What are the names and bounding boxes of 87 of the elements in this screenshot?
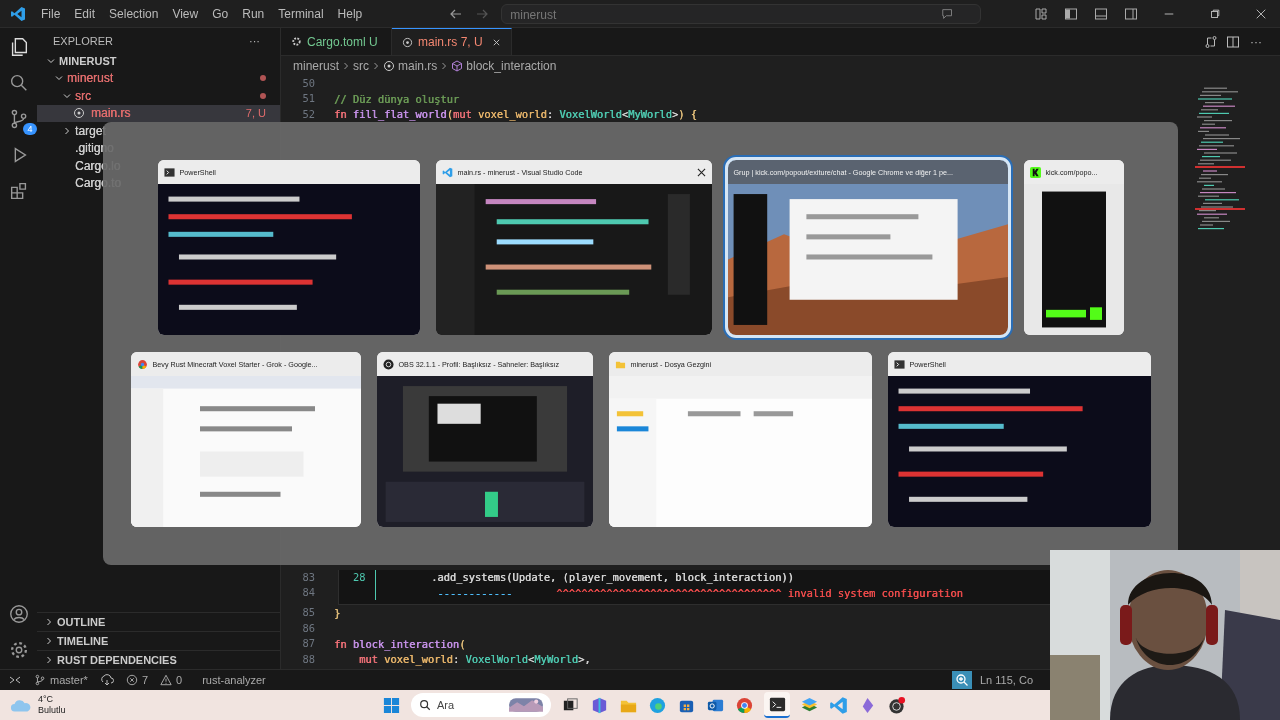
sync-icon[interactable] <box>99 673 114 687</box>
windows-start-icon[interactable] <box>382 695 401 715</box>
line-number: 83 <box>301 569 316 585</box>
line-number: 52 <box>301 106 316 122</box>
sidebar-section[interactable]: RUST DEPENDENCIES <box>57 654 177 666</box>
split-editor-icon[interactable] <box>1226 34 1240 49</box>
warning-count[interactable]: 0 <box>176 674 183 686</box>
breadcrumb-item[interactable]: main.rs <box>398 59 438 73</box>
app-icon <box>1029 166 1041 178</box>
code-line: } <box>334 607 341 620</box>
weather-condition: Bulutlu <box>38 705 66 716</box>
sidebar-section[interactable]: TIMELINE <box>57 635 109 647</box>
sidebar-section[interactable]: OUTLINE <box>57 616 106 628</box>
source-line-number: 28 <box>353 571 366 584</box>
explorer-title: EXPLORER <box>53 35 113 47</box>
cube-icon <box>451 60 464 72</box>
layout-icon[interactable] <box>1034 6 1048 21</box>
secondary-sidebar-icon[interactable] <box>1124 6 1138 21</box>
rust-file-icon <box>73 107 85 120</box>
diagnostic-line: ------------ ^^^^^^^^^^^^^^^^^^^^^^^^^^^^^^^^^^^^ invalid system configuration <box>436 586 963 599</box>
error-icon <box>125 674 138 686</box>
terminal-icon <box>163 166 175 178</box>
language-server-status[interactable]: rust-analyzer <box>202 674 266 686</box>
diagnostic-line: .add_systems(Update, (player_movement, block_interaction)) <box>430 571 794 584</box>
compare-changes-icon[interactable] <box>1204 34 1218 49</box>
line-number: 84 <box>301 585 316 601</box>
breadcrumb-item[interactable]: block_interaction <box>466 59 557 73</box>
breadcrumb-item[interactable]: minerust <box>293 59 339 73</box>
vscode-icon <box>441 166 453 178</box>
folder-item[interactable]: minerust <box>67 71 113 86</box>
breadcrumb-item[interactable]: src <box>353 59 369 73</box>
folder-item[interactable]: target <box>75 123 106 138</box>
menu-item[interactable]: Go <box>205 6 236 21</box>
code-line: mut voxel_world: VoxelWorld<MyWorld>, <box>358 653 591 666</box>
more-actions-button[interactable]: ··· <box>1250 34 1262 49</box>
branch-icon <box>34 674 46 686</box>
temperature: 4°C <box>38 694 55 705</box>
terminal-icon[interactable] <box>764 692 790 718</box>
code-line: fn block_interaction( <box>334 637 466 650</box>
editor-tab[interactable]: Cargo.toml U <box>307 34 378 49</box>
menu-item[interactable]: Help <box>330 6 370 21</box>
gear-icon <box>291 36 302 47</box>
account-icon[interactable] <box>7 603 30 625</box>
search-icon <box>419 699 431 711</box>
terminal-icon <box>893 358 905 370</box>
project-folder[interactable]: MINERUST <box>59 54 117 67</box>
chevron-icon <box>440 61 449 71</box>
panel-toggle-icon[interactable] <box>1094 6 1108 21</box>
rust-file-icon <box>402 36 413 48</box>
line-number: 86 <box>301 620 316 636</box>
sidebar-toggle-icon[interactable] <box>1064 6 1078 21</box>
menu-item[interactable]: View <box>165 6 206 21</box>
more-actions-button[interactable]: ··· <box>249 35 260 47</box>
tree-item[interactable]: main.rs <box>91 106 131 121</box>
chevron-icon <box>372 61 380 71</box>
app-icon[interactable] <box>590 695 609 715</box>
line-number: 88 <box>301 651 316 667</box>
recording-app-icon[interactable] <box>887 695 906 715</box>
close-icon[interactable] <box>696 167 706 177</box>
chrome-icon[interactable] <box>735 695 754 715</box>
cursor-position[interactable]: Ln 115, Co <box>980 674 1042 686</box>
recording-app-icon <box>382 358 394 370</box>
code-line: fn fill_flat_world(mut voxel_world: VoxelWorld<MyWorld>) { <box>334 108 697 121</box>
close-icon[interactable] <box>491 37 501 47</box>
file-status: 7, U <box>245 107 266 120</box>
restore-icon[interactable] <box>1209 7 1221 20</box>
warning-icon <box>160 674 173 686</box>
line-number: 50 <box>301 76 316 91</box>
menu-item[interactable]: Edit <box>67 6 103 21</box>
line-number: 87 <box>301 636 316 652</box>
line-number: 51 <box>301 91 316 107</box>
chevron-icon <box>342 61 350 71</box>
zoom-icon[interactable] <box>952 671 972 689</box>
rust-file-icon <box>383 60 395 72</box>
error-count[interactable]: 7 <box>141 674 149 686</box>
menu-item[interactable]: Selection <box>102 6 166 21</box>
menu-item[interactable]: Run <box>235 6 272 21</box>
code-line: // Düz dünya oluştur <box>334 93 460 106</box>
branch-status[interactable]: master* <box>50 674 88 686</box>
chrome-icon <box>136 358 148 370</box>
menu-item[interactable]: File <box>34 6 68 21</box>
vscode-logo-icon <box>10 5 26 22</box>
chevron-icon[interactable] <box>62 125 72 136</box>
notification-badge: 4 <box>23 123 37 135</box>
line-number: 85 <box>301 605 316 621</box>
menu-item[interactable]: Terminal <box>271 6 331 21</box>
folder-item[interactable]: src <box>75 88 91 103</box>
